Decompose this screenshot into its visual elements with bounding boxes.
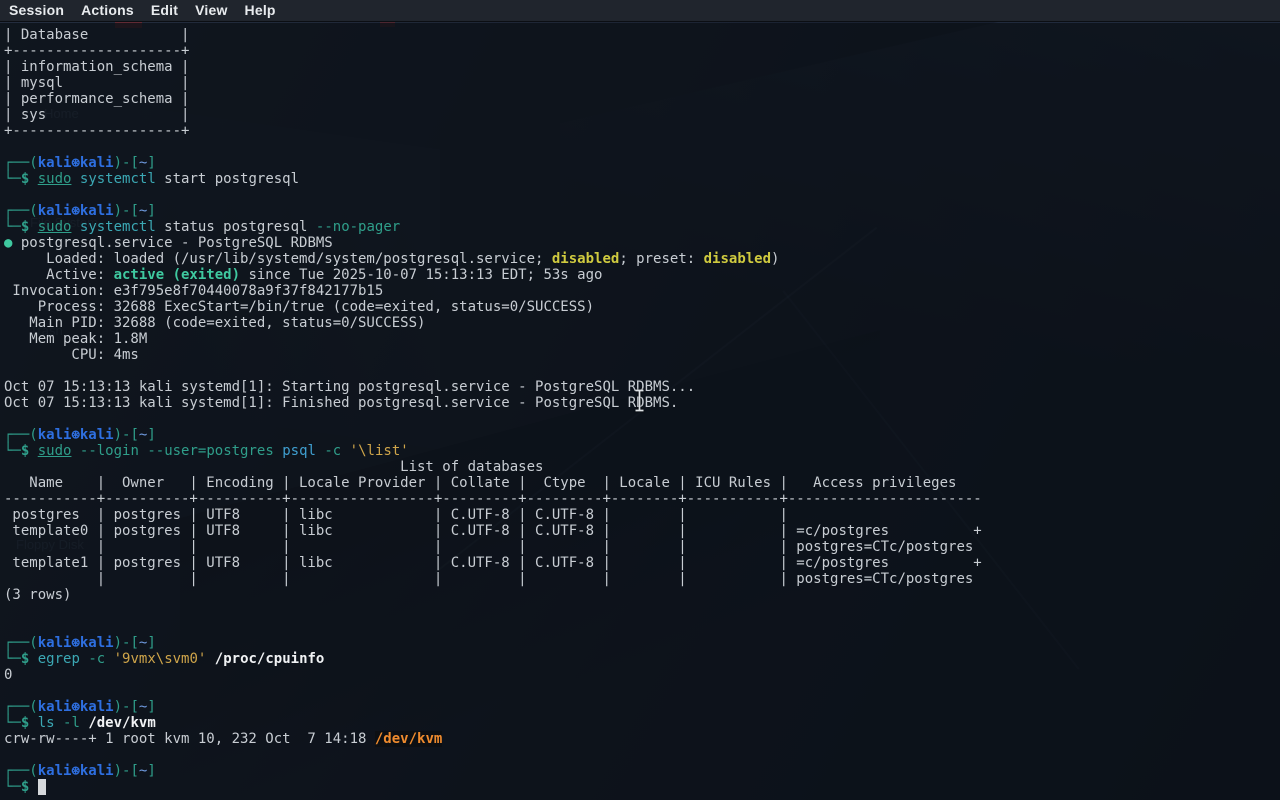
- terminal-line: └─$ sudo --login --user=postgres psql -c…: [4, 443, 982, 459]
- terminal-line: | Database |: [4, 27, 982, 43]
- terminal-line: Oct 07 15:13:13 kali systemd[1]: Startin…: [4, 379, 982, 395]
- terminal-line: | | | | | | | | postgres=CTc/postgres: [4, 571, 982, 587]
- terminal-line: [4, 603, 982, 619]
- terminal-line: [4, 619, 982, 635]
- terminal-line: Process: 32688 ExecStart=/bin/true (code…: [4, 299, 982, 315]
- terminal-line: | mysql |: [4, 75, 982, 91]
- terminal-line: ┌──(kali⊛kali)-[~]: [4, 635, 982, 651]
- menu-item-actions[interactable]: Actions: [74, 1, 141, 20]
- terminal-line: template0 | postgres | UTF8 | libc | C.U…: [4, 523, 982, 539]
- terminal-line: [4, 747, 982, 763]
- terminal-line: | | | | | | | | postgres=CTc/postgres: [4, 539, 982, 555]
- terminal-line: Active: active (exited) since Tue 2025-1…: [4, 267, 982, 283]
- terminal-line: └─$ ls -l /dev/kvm: [4, 715, 982, 731]
- terminal-line: └─$: [4, 779, 982, 795]
- terminal-line: Loaded: loaded (/usr/lib/systemd/system/…: [4, 251, 982, 267]
- terminal-line: CPU: 4ms: [4, 347, 982, 363]
- terminal-line: template1 | postgres | UTF8 | libc | C.U…: [4, 555, 982, 571]
- terminal-line: Main PID: 32688 (code=exited, status=0/S…: [4, 315, 982, 331]
- terminal-line: ● postgresql.service - PostgreSQL RDBMS: [4, 235, 982, 251]
- terminal-line: crw-rw----+ 1 root kvm 10, 232 Oct 7 14:…: [4, 731, 982, 747]
- terminal-line: [4, 411, 982, 427]
- terminal-line: -----------+----------+----------+------…: [4, 491, 982, 507]
- terminal-line: [4, 363, 982, 379]
- terminal-line: +--------------------+: [4, 123, 982, 139]
- terminal-line: [4, 187, 982, 203]
- menu-item-edit[interactable]: Edit: [144, 1, 185, 20]
- terminal-line: ┌──(kali⊛kali)-[~]: [4, 155, 982, 171]
- terminal-line: Mem peak: 1.8M: [4, 331, 982, 347]
- text-cursor-icon: [633, 389, 646, 417]
- terminal-lines: | Database |+--------------------+| info…: [4, 27, 982, 795]
- terminal-line: +--------------------+: [4, 43, 982, 59]
- terminal-line: Name | Owner | Encoding | Locale Provide…: [4, 475, 982, 491]
- terminal-line: [4, 139, 982, 155]
- terminal-line: postgres | postgres | UTF8 | libc | C.UT…: [4, 507, 982, 523]
- terminal-line: Oct 07 15:13:13 kali systemd[1]: Finishe…: [4, 395, 982, 411]
- terminal-line: Invocation: e3f795e8f70440078a9f37f84217…: [4, 283, 982, 299]
- terminal-line: ┌──(kali⊛kali)-[~]: [4, 427, 982, 443]
- terminal-line: ┌──(kali⊛kali)-[~]: [4, 763, 982, 779]
- menu-item-help[interactable]: Help: [238, 1, 283, 20]
- menu-item-session[interactable]: Session: [2, 1, 71, 20]
- terminal-line: | information_schema |: [4, 59, 982, 75]
- terminal-line: ┌──(kali⊛kali)-[~]: [4, 203, 982, 219]
- menu-item-view[interactable]: View: [188, 1, 234, 20]
- terminal-line: └─$ sudo systemctl status postgresql --n…: [4, 219, 982, 235]
- terminal-line: List of databases: [4, 459, 982, 475]
- terminal-line: | sys |: [4, 107, 982, 123]
- terminal-line: | performance_schema |: [4, 91, 982, 107]
- terminal-line: 0: [4, 667, 982, 683]
- terminal-menubar: Session Actions Edit View Help: [0, 0, 1280, 22]
- terminal-line: [4, 683, 982, 699]
- terminal-line: ┌──(kali⊛kali)-[~]: [4, 699, 982, 715]
- terminal-line: └─$ sudo systemctl start postgresql: [4, 171, 982, 187]
- terminal-line: (3 rows): [4, 587, 982, 603]
- terminal-block-cursor: [38, 779, 46, 795]
- terminal-line: └─$ egrep -c '9vmx\svm0' /proc/cpuinfo: [4, 651, 982, 667]
